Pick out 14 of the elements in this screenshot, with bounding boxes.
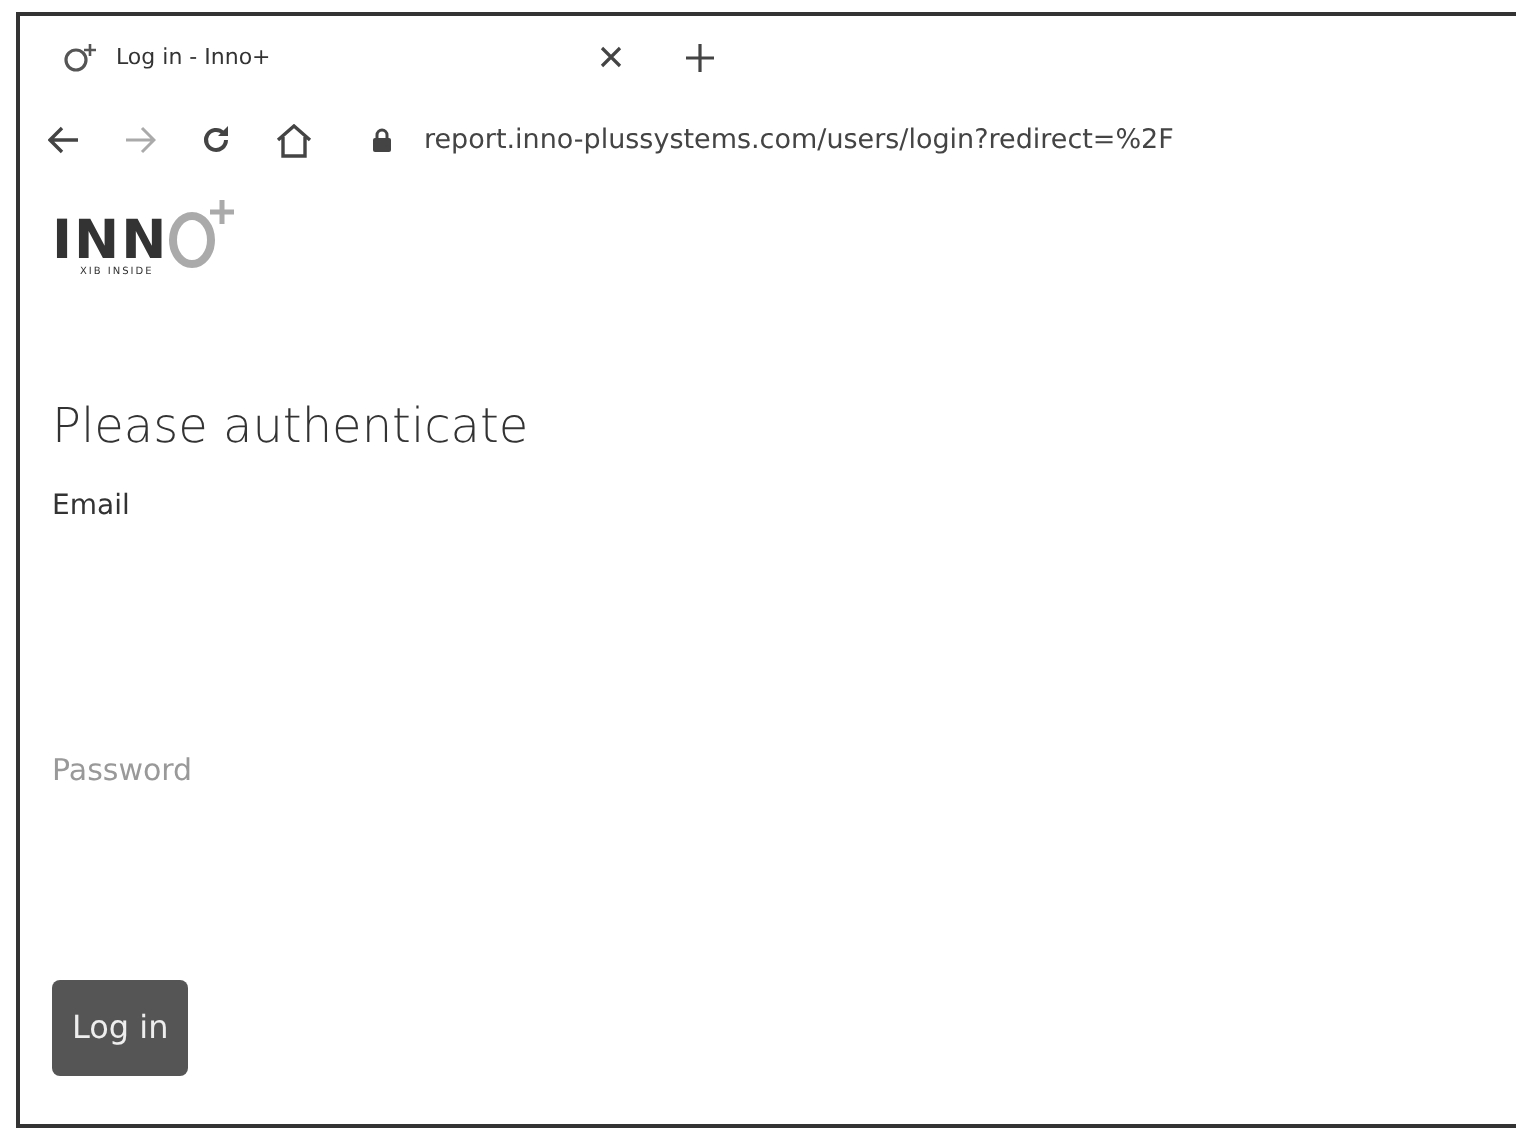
browser-tab[interactable]: Log in - Inno+: [64, 41, 584, 75]
logo-text: INN: [52, 214, 169, 268]
favicon-icon: [64, 44, 100, 72]
reload-button[interactable]: [200, 124, 232, 156]
address-bar-url[interactable]: report.inno-plussystems.com/users/login?redirect=%2F: [424, 119, 1174, 161]
tab-title: Log in - Inno+: [116, 41, 271, 74]
login-button[interactable]: Log in: [52, 980, 189, 1076]
page-heading: Please authenticate: [52, 396, 531, 458]
lock-icon: [372, 128, 392, 152]
logo-mark-icon: [168, 196, 237, 268]
field-label: Email: [52, 488, 132, 526]
back-button[interactable]: [48, 126, 80, 154]
new-tab-button[interactable]: [686, 41, 714, 75]
home-button[interactable]: [276, 123, 312, 157]
